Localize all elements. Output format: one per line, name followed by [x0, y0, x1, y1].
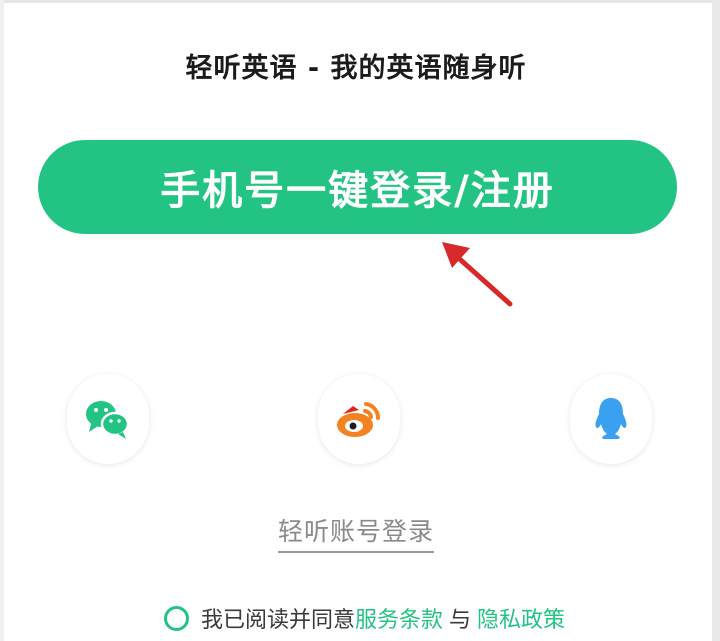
weibo-login-button[interactable] [318, 374, 400, 464]
page-title: 轻听英语 - 我的英语随身听 [185, 53, 527, 84]
account-login-link[interactable]: 轻听账号登录 [277, 517, 434, 553]
agreement-prefix-text: 我已阅读并同意 [201, 608, 356, 633]
weibo-icon [337, 402, 381, 437]
window-top-border [0, 0, 720, 3]
agreement-row: 我已阅读并同意 服务条款 与 隐私政策 [164, 600, 565, 636]
terms-of-service-link[interactable]: 服务条款 [355, 602, 443, 634]
account-login-link-container: 轻听账号登录 [0, 512, 712, 553]
agreement-and-text: 与 [449, 608, 472, 633]
privacy-policy-link[interactable]: 隐私政策 [477, 602, 565, 634]
wechat-login-button[interactable] [67, 374, 149, 464]
window-right-border [712, 0, 720, 641]
phone-one-click-login-button[interactable]: 手机号一键登录/注册 [38, 140, 677, 234]
qq-login-button[interactable] [570, 374, 652, 464]
wechat-icon [86, 401, 130, 439]
qq-icon [595, 398, 627, 439]
annotation-arrow-icon [442, 242, 513, 307]
agreement-checkbox[interactable] [164, 605, 189, 631]
